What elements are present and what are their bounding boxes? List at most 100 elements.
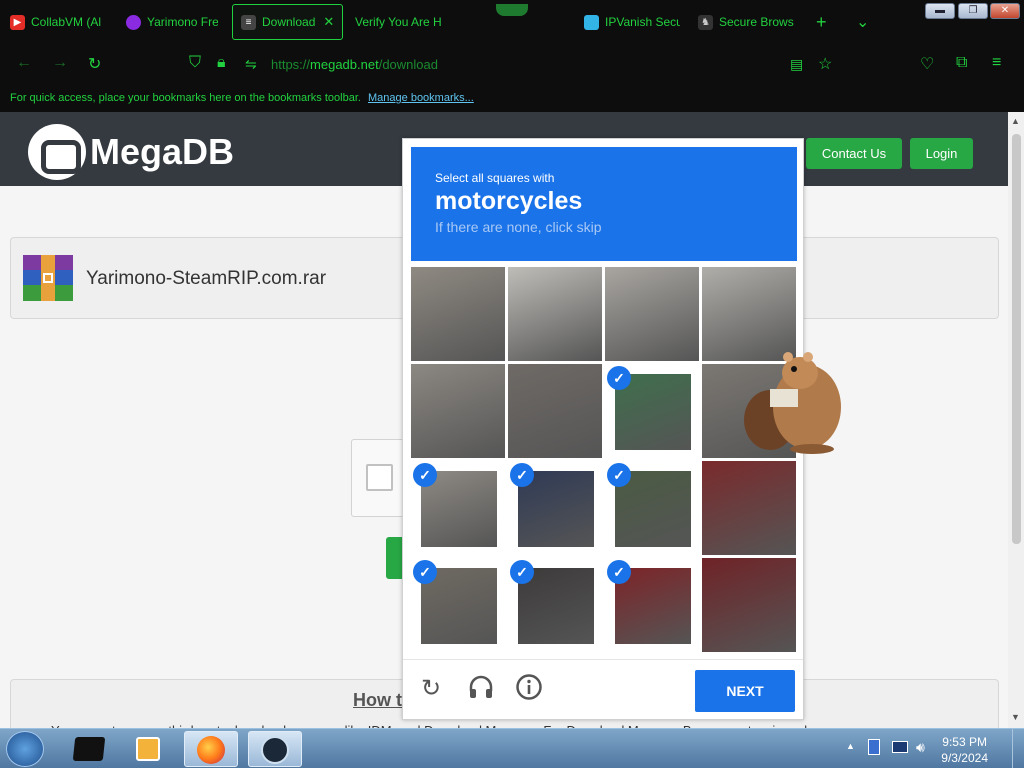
tab-download[interactable]: ≡ Download ✕ — [232, 4, 343, 40]
tracking-shield-icon[interactable]: ⛉ — [189, 54, 201, 72]
bookmarks-toolbar: For quick access, place your bookmarks h… — [0, 86, 1024, 112]
scroll-down-arrow-icon[interactable]: ▼ — [1011, 712, 1020, 722]
tab-label: Yarimono Fre — [147, 15, 218, 29]
tab-label: Secure Brows — [719, 15, 794, 29]
captcha-tile[interactable]: ✓ — [411, 461, 505, 555]
address-bar[interactable]: https://megadb.net/download — [271, 57, 438, 72]
captcha-tile[interactable] — [702, 461, 796, 555]
minimize-button[interactable]: ▬ — [925, 3, 955, 19]
captcha-tile[interactable]: ✓ — [508, 558, 602, 652]
reader-view-icon[interactable]: ▤ — [790, 56, 803, 73]
close-window-button[interactable]: ✕ — [990, 3, 1020, 19]
reload-icon[interactable]: ↻ — [421, 674, 441, 703]
start-button[interactable] — [6, 731, 44, 767]
captcha-tile[interactable]: ✓ — [411, 558, 505, 652]
tab-ipvanish[interactable]: IPVanish Secu — [584, 4, 680, 40]
new-tab-button[interactable]: + — [816, 4, 827, 40]
megadb-logo[interactable]: MegaDB — [28, 124, 234, 180]
menu-icon[interactable]: ≡ — [992, 54, 1001, 72]
captcha-footer: ↻ NEXT — [403, 659, 803, 719]
browser-tab-bar: ▶ CollabVM (Al Yarimono Fre ≡ Download ✕… — [0, 0, 1024, 44]
captcha-tile-image — [605, 267, 699, 361]
system-clock[interactable]: 9:53 PM 9/3/2024 — [941, 734, 988, 766]
tab-label: IPVanish Secu — [605, 15, 680, 29]
show-hidden-icons-icon[interactable]: ▲ — [846, 741, 855, 751]
restore-button[interactable]: ❐ — [958, 3, 988, 19]
tab-collabvm[interactable]: ▶ CollabVM (Al — [10, 4, 102, 40]
captcha-tile-image — [411, 364, 505, 458]
forward-arrow-icon[interactable]: → — [52, 54, 68, 72]
secure-browser-icon: ♞ — [698, 14, 713, 30]
tab-close-icon[interactable]: ✕ — [323, 14, 334, 30]
captcha-tile[interactable] — [508, 364, 602, 458]
clock-time: 9:53 PM — [942, 735, 987, 749]
login-button[interactable]: Login — [910, 138, 973, 169]
captcha-tile[interactable] — [411, 267, 505, 361]
captcha-tile[interactable] — [411, 364, 505, 458]
taskbar-app-icon[interactable] — [62, 731, 116, 767]
ipvanish-icon — [584, 14, 599, 30]
captcha-tile[interactable] — [605, 267, 699, 361]
captcha-tile[interactable]: ✓ — [508, 461, 602, 555]
tab-verify[interactable]: Verify You Are H — [355, 4, 447, 40]
tab-label: CollabVM (Al — [31, 15, 102, 29]
firefox-taskbar-icon[interactable] — [184, 731, 238, 767]
tile-selected-check-icon: ✓ — [607, 560, 631, 584]
padlock-icon[interactable]: 🔒︎ — [217, 54, 226, 72]
captcha-tile[interactable]: ✓ — [605, 364, 699, 458]
captcha-target: motorcycles — [435, 187, 583, 215]
extension-indicator-icon — [496, 4, 528, 16]
how-to-title: How t — [353, 690, 402, 710]
captcha-tile[interactable]: ✓ — [605, 558, 699, 652]
page-scrollbar[interactable]: ▲ ▼ — [1008, 112, 1024, 728]
browser-nav-bar: ← → ↻ ⛉ 🔒︎ ⇋ https://megadb.net/download… — [0, 44, 1024, 86]
audio-headphones-icon[interactable] — [467, 673, 495, 708]
extensions-icon[interactable]: ⧉ — [956, 54, 967, 72]
permissions-icon[interactable]: ⇋ — [245, 56, 257, 73]
captcha-tile-image — [411, 267, 505, 361]
tab-list-button[interactable]: ⌄ — [856, 4, 869, 40]
volume-icon[interactable]: 🔊︎ — [916, 739, 925, 756]
info-icon[interactable] — [515, 673, 543, 708]
pocket-icon[interactable]: ♡ — [920, 54, 934, 74]
contact-us-button[interactable]: Contact Us — [806, 138, 902, 169]
megadb-logo-icon — [28, 124, 86, 180]
tile-selected-check-icon: ✓ — [413, 463, 437, 487]
im-not-a-robot-checkbox[interactable] — [366, 464, 393, 491]
steam-taskbar-icon[interactable] — [248, 731, 302, 767]
database-icon: ≡ — [241, 14, 256, 30]
tab-yarimono[interactable]: Yarimono Fre — [126, 4, 218, 40]
network-icon[interactable] — [892, 741, 908, 753]
show-desktop-button[interactable] — [1012, 729, 1024, 768]
manage-bookmarks-link[interactable]: Manage bookmarks... — [368, 92, 474, 104]
scroll-up-arrow-icon[interactable]: ▲ — [1011, 116, 1020, 126]
captcha-tile-image — [508, 267, 602, 361]
captcha-image-grid: ✓ ✓ ✓ ✓ ✓ ✓ ✓ — [411, 267, 797, 653]
tab-label: Verify You Are H — [355, 15, 442, 29]
winrar-archive-icon — [23, 255, 73, 301]
hamster-mascot-image — [742, 345, 848, 455]
youtube-icon: ▶ — [10, 14, 25, 30]
bookmark-star-icon[interactable]: ☆ — [818, 54, 832, 74]
captcha-hint: If there are none, click skip — [435, 219, 602, 235]
windows-taskbar: ▲ 🔊︎ 9:53 PM 9/3/2024 — [0, 728, 1024, 768]
purple-swirl-icon — [126, 14, 141, 30]
captcha-tile[interactable]: ✓ — [605, 461, 699, 555]
tile-selected-check-icon: ✓ — [607, 366, 631, 390]
clock-date: 9/3/2024 — [941, 751, 988, 765]
tray-app-icon[interactable] — [868, 739, 880, 755]
captcha-tile[interactable] — [702, 558, 796, 652]
media-player-icon[interactable] — [122, 731, 176, 767]
next-button[interactable]: NEXT — [695, 670, 795, 712]
captcha-tile[interactable] — [508, 267, 602, 361]
url-path: /download — [378, 57, 438, 72]
url-host: megadb.net — [310, 57, 379, 72]
reload-page-icon[interactable]: ↻ — [88, 54, 101, 74]
captcha-tile-image — [508, 364, 602, 458]
scrollbar-thumb[interactable] — [1012, 134, 1021, 544]
back-arrow-icon[interactable]: ← — [16, 54, 32, 72]
tab-secure-browser[interactable]: ♞ Secure Brows — [698, 4, 794, 40]
captcha-instruction: Select all squares with — [435, 171, 555, 185]
tile-selected-check-icon: ✓ — [510, 463, 534, 487]
tile-selected-check-icon: ✓ — [413, 560, 437, 584]
